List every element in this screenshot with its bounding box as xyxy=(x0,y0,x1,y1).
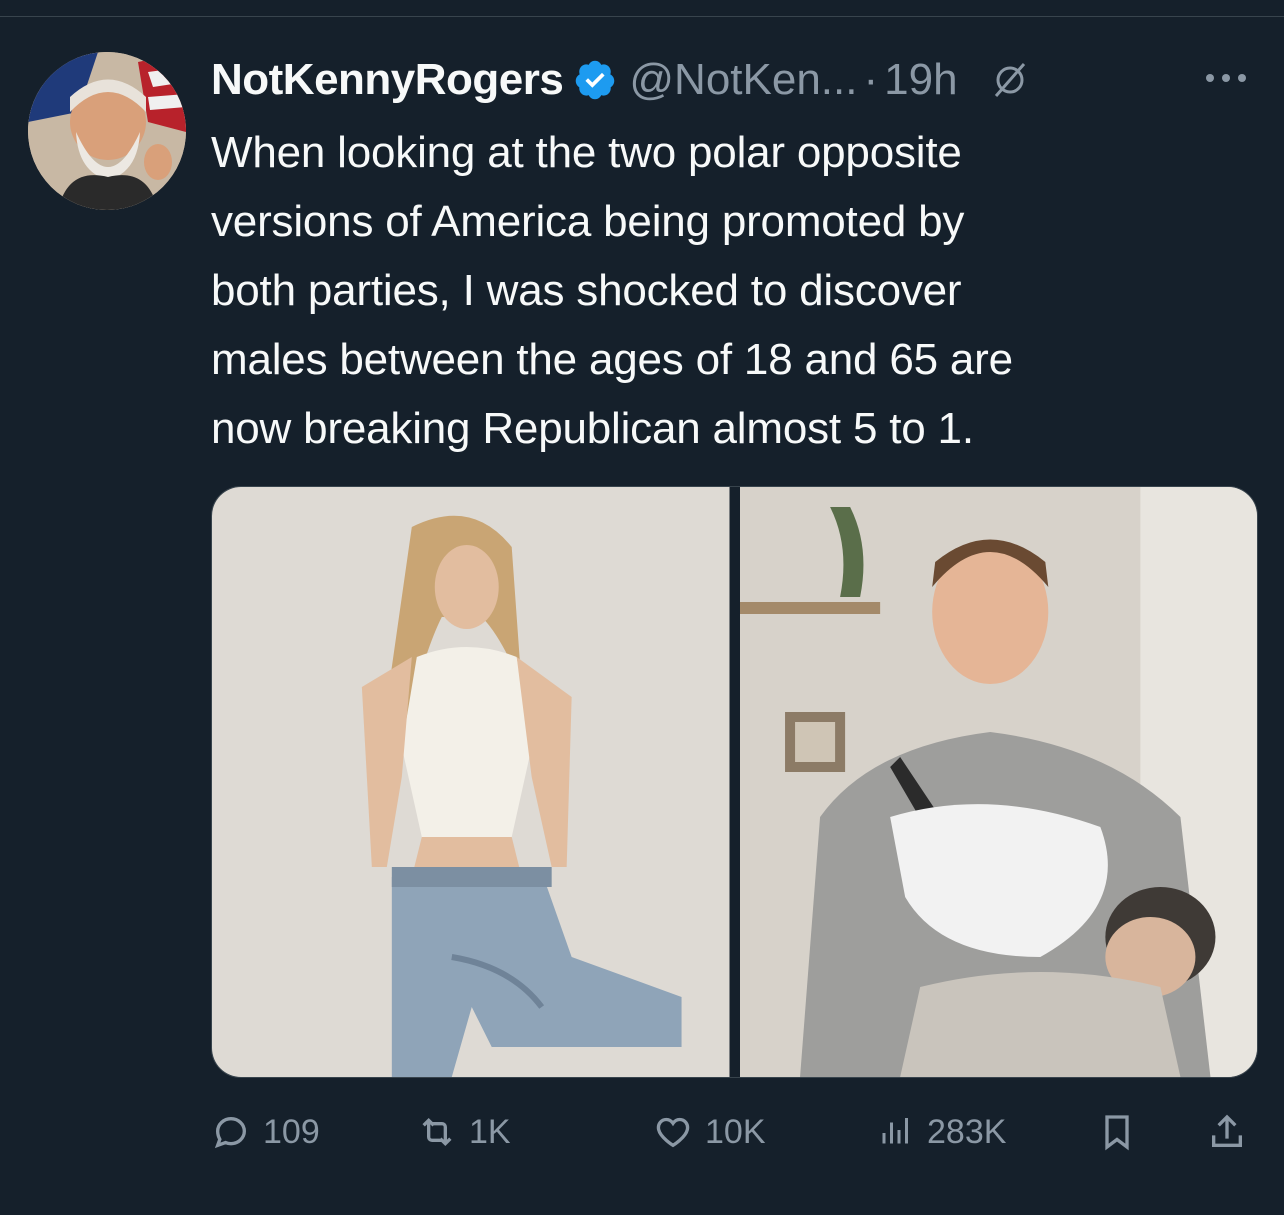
reply-count: 109 xyxy=(263,1112,320,1151)
tweet-text-line: When looking at the two polar opposite xyxy=(211,128,962,177)
repost-count: 1K xyxy=(469,1112,511,1151)
display-name[interactable]: NotKennyRogers xyxy=(211,55,564,105)
heart-icon xyxy=(656,1117,690,1148)
tweet-text-line: both parties, I was shocked to discover xyxy=(211,266,962,315)
like-count: 10K xyxy=(705,1112,766,1151)
tweet-text-line: males between the ages of 18 and 65 are xyxy=(211,335,1013,384)
share-button[interactable] xyxy=(1207,1108,1259,1156)
views-count: 283K xyxy=(927,1112,1007,1151)
media-grid xyxy=(211,486,1258,1078)
tweet-text: When looking at the two polar opposite v… xyxy=(211,118,1261,463)
repost-button[interactable]: 1K xyxy=(417,1108,511,1156)
separator-dot: · xyxy=(863,55,879,104)
action-bar: 109 1K 10K 283K xyxy=(211,1108,1256,1156)
repost-icon xyxy=(422,1117,452,1147)
more-icon[interactable] xyxy=(1196,58,1256,98)
tweet-text-line: versions of America being promoted by xyxy=(211,197,965,246)
reply-icon xyxy=(214,1116,247,1149)
views-chart-icon xyxy=(882,1118,908,1144)
photo-right[interactable] xyxy=(739,487,1257,1077)
handle[interactable]: @NotKen... xyxy=(629,55,857,105)
bookmark-button[interactable] xyxy=(1097,1108,1149,1156)
views-button[interactable]: 283K xyxy=(875,1108,1006,1156)
timestamp[interactable]: 19h xyxy=(884,55,957,105)
grok-icon[interactable] xyxy=(990,60,1030,100)
like-button[interactable]: 10K xyxy=(653,1108,766,1156)
share-icon xyxy=(1212,1114,1242,1147)
photo-left[interactable] xyxy=(212,487,730,1077)
verified-badge-icon[interactable] xyxy=(573,58,617,102)
top-divider xyxy=(0,16,1284,17)
bookmark-icon xyxy=(1105,1115,1129,1151)
avatar[interactable] xyxy=(28,52,186,210)
tweet-text-line: now breaking Republican almost 5 to 1. xyxy=(211,404,974,453)
tweet-header: NotKennyRogers @NotKen... · 19h xyxy=(211,52,1030,108)
reply-button[interactable]: 109 xyxy=(211,1108,320,1156)
